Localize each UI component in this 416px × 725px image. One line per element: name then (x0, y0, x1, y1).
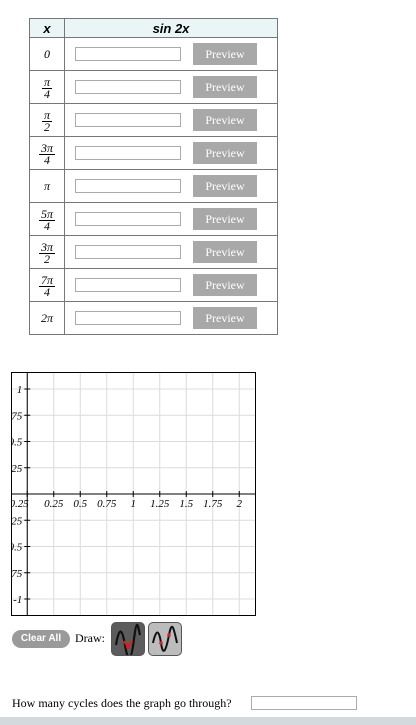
values-table: x sin 2x 0 Preview π 4 Preview π 2 Preview 3π 4 Pr… (29, 18, 278, 335)
x-tick-label: 1.5 (179, 498, 193, 510)
clear-all-button[interactable]: Clear All (12, 630, 70, 648)
preview-button[interactable]: Preview (193, 76, 257, 98)
table-row: 3π 2 Preview (29, 235, 278, 269)
x-value: 3π 2 (29, 235, 65, 269)
table-row: 7π 4 Preview (29, 268, 278, 302)
cycles-answer-input[interactable] (251, 696, 357, 710)
value-input[interactable] (75, 311, 181, 325)
x-tick-label: 1.25 (150, 498, 170, 510)
preview-button[interactable]: Preview (193, 43, 257, 65)
value-input[interactable] (75, 47, 181, 61)
table-row: π 4 Preview (29, 70, 278, 104)
x-value: π2 (29, 103, 65, 137)
cosine-tool-icon (152, 625, 178, 652)
sine-tool-icon (114, 623, 142, 659)
y-tick-label: 0.25 (12, 463, 23, 475)
value-input[interactable] (75, 212, 181, 226)
table-row: 3π 4 Preview (29, 136, 278, 170)
fraction-denominator: 4 (43, 152, 50, 167)
sine-tool-button[interactable] (111, 622, 145, 659)
fraction-denominator: 2 (43, 251, 50, 266)
cosine-tool-button[interactable] (148, 622, 182, 656)
x-tick-label: -0.25 (12, 498, 29, 510)
x-tick-label: 0.5 (73, 498, 87, 510)
x-tick-label: 0.75 (97, 498, 117, 510)
bottom-bar (0, 717, 416, 725)
x-value-text: π (43, 178, 50, 193)
value-cell: Preview (64, 136, 278, 170)
y-tick-label: -0.25 (12, 515, 23, 527)
value-cell: Preview (64, 37, 278, 71)
value-cell: Preview (64, 169, 278, 203)
value-cell: Preview (64, 70, 278, 104)
value-input[interactable] (75, 179, 181, 193)
graph-svg[interactable]: -0.250.250.50.7511.251.51.7522.2510.750.… (12, 373, 255, 615)
x-tick-label: 0.25 (44, 498, 64, 510)
x-value: 5π 4 (29, 202, 65, 236)
value-input[interactable] (75, 80, 181, 94)
table-row: 2π Preview (29, 301, 278, 335)
table-row: π Preview (29, 169, 278, 203)
value-cell: Preview (64, 235, 278, 269)
x-value: 2π (29, 301, 65, 335)
value-cell: Preview (64, 301, 278, 335)
header-function: sin 2x (64, 18, 278, 38)
x-value: 7π 4 (29, 268, 65, 302)
x-fraction: 7π 4 (38, 274, 55, 299)
graph-area[interactable]: -0.250.250.50.7511.251.51.7522.2510.750.… (11, 372, 256, 616)
x-value-text: 2π (40, 310, 53, 325)
x-fraction: π4 (41, 76, 52, 101)
preview-button[interactable]: Preview (193, 208, 257, 230)
value-input[interactable] (75, 278, 181, 292)
value-input[interactable] (75, 245, 181, 259)
x-value: 0 (29, 37, 65, 71)
x-tick-label: 1 (131, 498, 137, 510)
fraction-denominator: 2 (43, 119, 50, 134)
x-fraction: 3π 4 (38, 142, 55, 167)
x-value-text: 0 (44, 46, 50, 61)
preview-button[interactable]: Preview (193, 274, 257, 296)
fraction-denominator: 4 (43, 86, 50, 101)
table-row: 0 Preview (29, 37, 278, 71)
y-tick-label: 0.75 (12, 410, 23, 422)
preview-button[interactable]: Preview (193, 109, 257, 131)
value-cell: Preview (64, 202, 278, 236)
preview-button[interactable]: Preview (193, 175, 257, 197)
question-text: How many cycles does the graph go throug… (12, 696, 232, 710)
header-x: x (29, 18, 65, 38)
y-tick-label: 1 (17, 384, 23, 396)
preview-button[interactable]: Preview (193, 142, 257, 164)
fraction-denominator: 4 (43, 284, 50, 299)
table-row: π 2 Preview (29, 103, 278, 137)
x-value: 3π 4 (29, 136, 65, 170)
y-tick-label: 0.5 (12, 437, 23, 449)
x-fraction: 3π 2 (38, 241, 55, 266)
preview-button[interactable]: Preview (193, 307, 257, 329)
draw-label: Draw: (75, 631, 105, 645)
table-row: 5π 4 Preview (29, 202, 278, 236)
value-cell: Preview (64, 103, 278, 137)
x-value: π (29, 169, 65, 203)
value-input[interactable] (75, 146, 181, 160)
x-fraction: π2 (41, 109, 52, 134)
x-tick-label: 1.75 (203, 498, 223, 510)
x-tick-label: 2 (237, 498, 243, 510)
fraction-denominator: 4 (43, 218, 50, 233)
x-value: π4 (29, 70, 65, 104)
value-input[interactable] (75, 113, 181, 127)
x-fraction: 5π 4 (38, 208, 55, 233)
value-cell: Preview (64, 268, 278, 302)
y-tick-label: -0.5 (12, 542, 23, 554)
y-tick-label: -0.75 (12, 568, 23, 580)
preview-button[interactable]: Preview (193, 241, 257, 263)
y-tick-label: -1 (13, 594, 22, 606)
